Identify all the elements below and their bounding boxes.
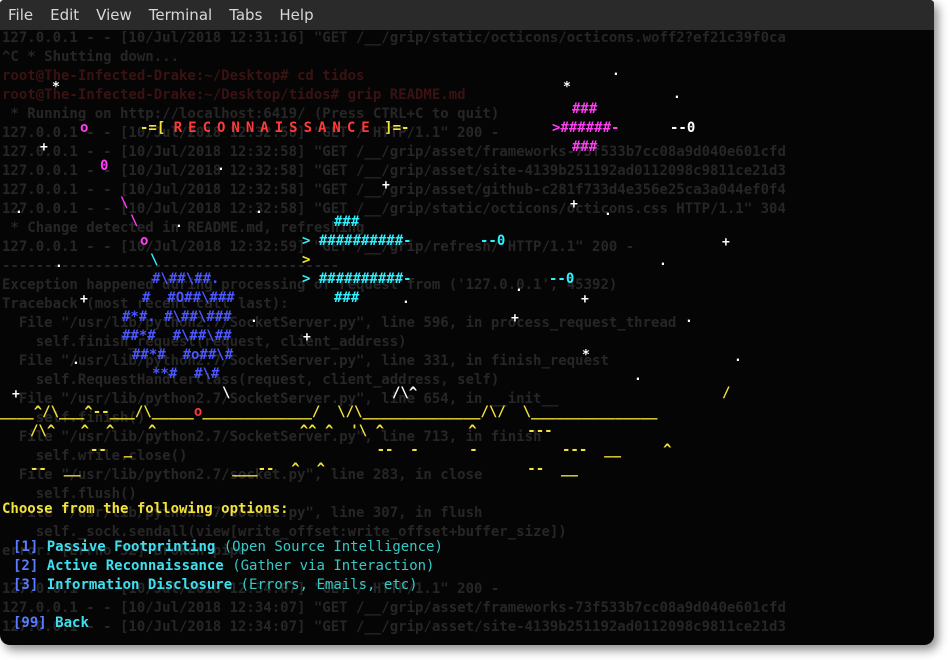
banner-arrow-2: > ##########- (302, 233, 412, 249)
banner-arrow-3: > ##########- (302, 271, 412, 287)
ascii-orb: o (80, 120, 89, 136)
ascii-ship-marker: > (302, 252, 311, 268)
log-line: 127.0.0.1 - - [10/Jul/2018 12:34:07] "GE… (2, 619, 786, 635)
menu-tabs[interactable]: Tabs (221, 6, 271, 24)
banner-arrow-1-tail: --0 (670, 120, 696, 136)
ascii-trail: \ (150, 252, 159, 268)
ascii-hash: ### (572, 139, 598, 155)
log-line: self._sock.sendall(view[write_offset:wri… (2, 524, 567, 540)
menu-view[interactable]: View (88, 6, 141, 24)
option-back[interactable]: [99] Back (13, 615, 89, 631)
log-line: self.RequestHandlerClass(request, client… (2, 372, 500, 388)
log-line: self.flush() (2, 486, 137, 502)
log-line: ^C * Shutting down... (2, 49, 180, 65)
ascii-trail: \ (130, 213, 139, 229)
log-line: File "/usr/lib/python2.7/SocketServer.py… (2, 353, 609, 369)
log-line: 127.0.0.1 - - [10/Jul/2018 12:32:58] "GE… (2, 144, 786, 160)
log-line: root@The-Infected-Drake:~/Desktop/tidos#… (2, 87, 466, 103)
ascii-orb: o (140, 233, 149, 249)
log-line: 127.0.0.1 - - [10/Jul/2018 12:31:16] "GE… (2, 30, 786, 46)
ascii-hash: ### (334, 214, 360, 230)
option-information-disclosure[interactable]: [3] Information Disclosure (Errors, Emai… (13, 577, 418, 593)
banner-title: -=[ RECONNAISSANCE ]=- (140, 120, 410, 136)
option-passive-footprinting[interactable]: [1] Passive Footprinting (Open Source In… (13, 539, 443, 555)
menu-edit[interactable]: Edit (42, 6, 88, 24)
ascii-hash: ### (334, 290, 360, 306)
banner-arrow-2-tail: --0 (480, 233, 506, 249)
terminal-screen[interactable]: 127.0.0.1 - - [10/Jul/2018 12:31:16] "GE… (0, 30, 934, 645)
banner-arrow-3-tail: --0 (549, 271, 575, 287)
ascii-hash: ### (572, 101, 598, 117)
ascii-orb: 0 (100, 158, 109, 174)
menu-file[interactable]: File (0, 6, 42, 24)
banner-arrow-1: >######- (552, 120, 620, 136)
log-line: File "/usr/lib/python2.7/SocketServer.py… (2, 315, 677, 331)
menu-help[interactable]: Help (271, 6, 322, 24)
options-prompt: Choose from the following options: (2, 501, 289, 517)
menu-bar: File Edit View Terminal Tabs Help (0, 0, 934, 30)
log-line: 127.0.0.1 - - [10/Jul/2018 12:34:07] "GE… (2, 600, 786, 616)
log-line: 127.0.0.1 - - [10/Jul/2018 12:32:58] "GE… (2, 163, 786, 179)
option-active-reconnaissance[interactable]: [2] Active Reconnaissance (Gather via In… (13, 558, 434, 574)
menu-terminal[interactable]: Terminal (141, 6, 221, 24)
ascii-trail: \ (120, 195, 129, 211)
terminal-window: File Edit View Terminal Tabs Help 127.0.… (0, 0, 934, 645)
